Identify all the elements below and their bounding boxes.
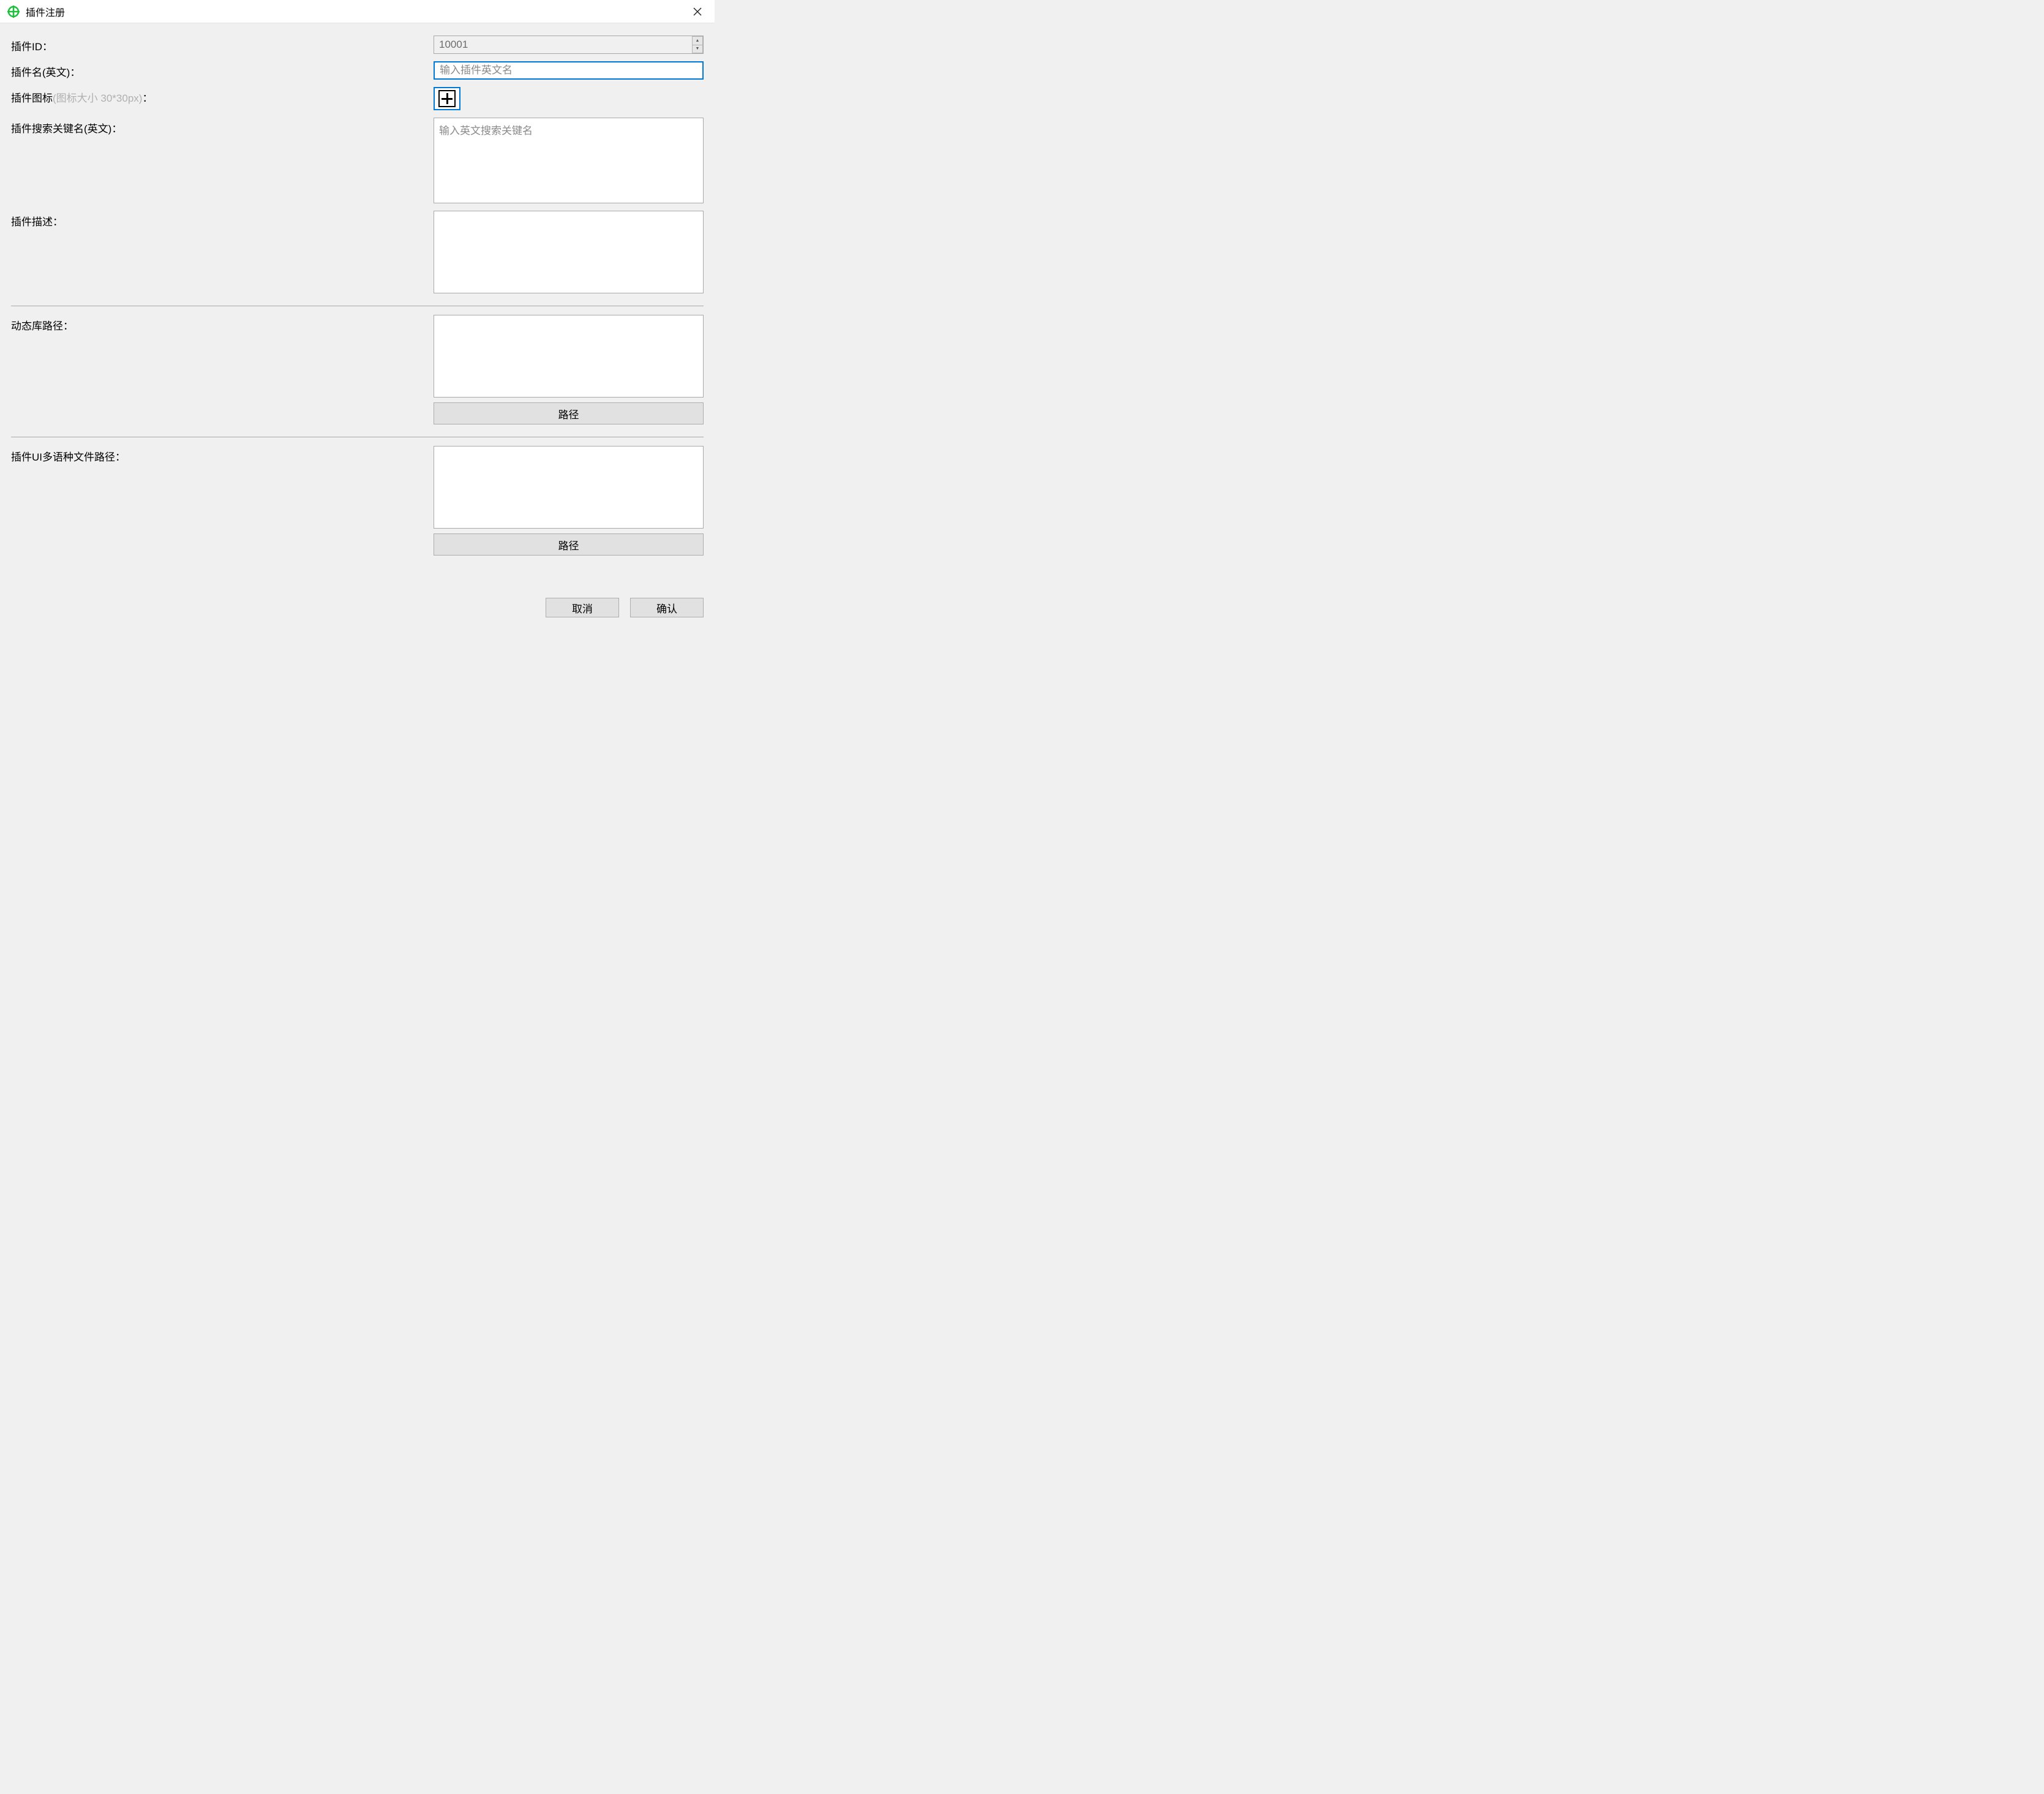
row-plugin-icon: 插件图标(图标大小 30*30px)： (11, 87, 704, 110)
row-library-path: 动态库路径： 路径 (11, 315, 704, 424)
form-content: 插件ID： ▲ ▼ 插件名(英文)： (0, 23, 715, 589)
label-plugin-id: 插件ID： (11, 36, 434, 53)
label-description: 插件描述： (11, 211, 434, 228)
titlebar: 插件注册 (0, 0, 715, 23)
close-icon (693, 4, 702, 20)
row-ui-lang-path: 插件UI多语种文件路径： 路径 (11, 446, 704, 556)
label-plugin-icon-hint: (图标大小 30*30px) (53, 92, 142, 104)
dialog-title: 插件注册 (26, 4, 685, 19)
ui-lang-path-button[interactable]: 路径 (434, 533, 704, 556)
label-library-path: 动态库路径： (11, 315, 434, 333)
plugin-id-spinbox[interactable]: ▲ ▼ (434, 36, 704, 54)
dialog-buttons: 取消 确认 (0, 589, 715, 627)
row-plugin-name: 插件名(英文)： (11, 61, 704, 80)
spin-up-button[interactable]: ▲ (692, 36, 703, 45)
chevron-up-icon: ▲ (696, 39, 700, 43)
label-plugin-icon-colon: ： (142, 92, 152, 104)
label-plugin-name: 插件名(英文)： (11, 61, 434, 79)
dialog-window: 插件注册 插件ID： ▲ (0, 0, 715, 627)
chevron-down-icon: ▼ (696, 47, 700, 51)
close-button[interactable] (685, 2, 710, 21)
label-plugin-icon: 插件图标(图标大小 30*30px)： (11, 87, 434, 105)
row-plugin-id: 插件ID： ▲ ▼ (11, 36, 704, 54)
label-ui-lang-path: 插件UI多语种文件路径： (11, 446, 434, 464)
label-search-key: 插件搜索关键名(英文)： (11, 118, 434, 135)
row-description: 插件描述： (11, 211, 704, 293)
search-key-input[interactable] (434, 118, 704, 203)
add-icon-button[interactable] (434, 87, 460, 110)
plus-icon (438, 90, 456, 107)
app-icon (7, 6, 20, 18)
cancel-button[interactable]: 取消 (546, 598, 619, 617)
row-search-key: 插件搜索关键名(英文)： (11, 118, 704, 203)
plugin-name-input[interactable] (434, 61, 704, 80)
spin-down-button[interactable]: ▼ (692, 45, 703, 54)
description-input[interactable] (434, 211, 704, 293)
plugin-id-input[interactable] (434, 36, 704, 54)
ok-button[interactable]: 确认 (630, 598, 704, 617)
library-path-input[interactable] (434, 315, 704, 398)
label-plugin-icon-main: 插件图标 (11, 92, 53, 104)
ui-lang-path-input[interactable] (434, 446, 704, 529)
library-path-button[interactable]: 路径 (434, 402, 704, 424)
